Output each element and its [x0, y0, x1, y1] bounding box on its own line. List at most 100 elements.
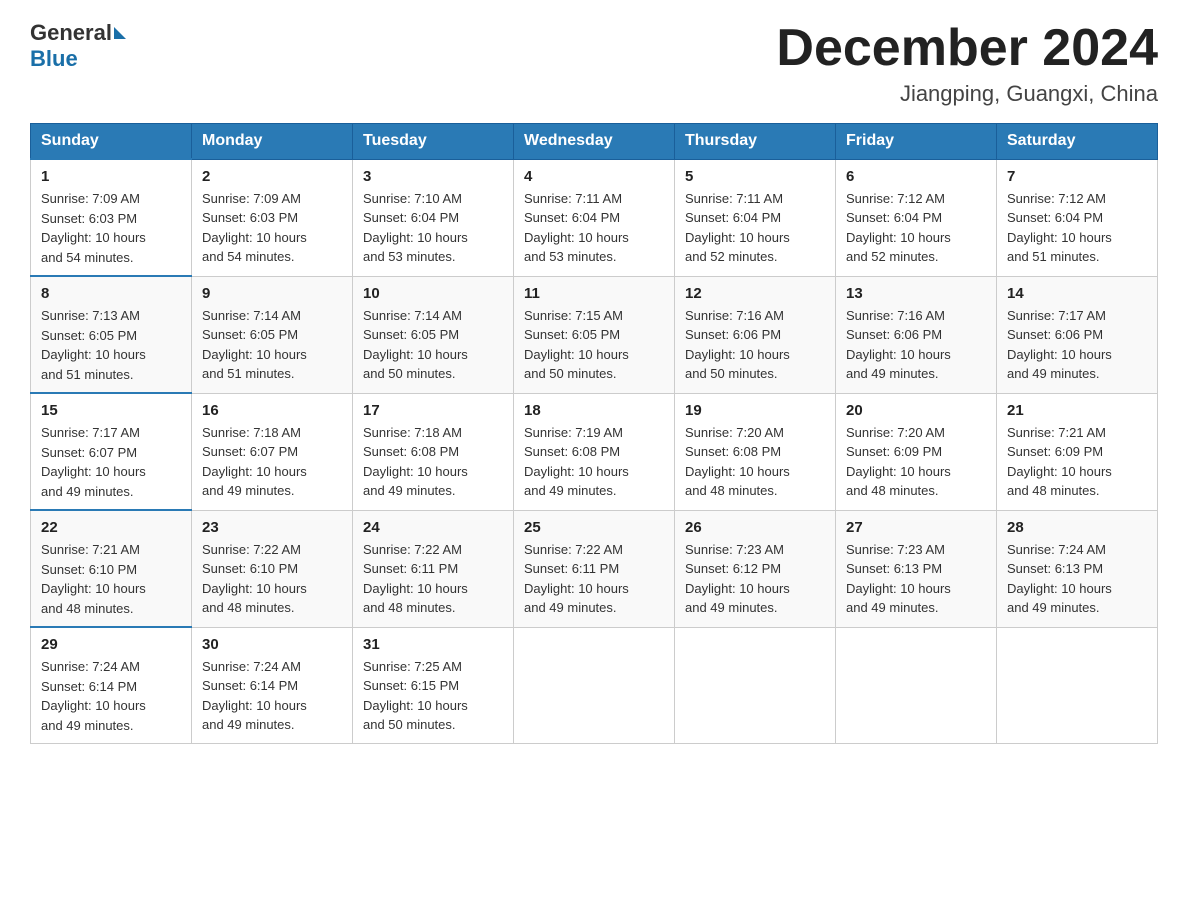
- calendar-cell: 10 Sunrise: 7:14 AM Sunset: 6:05 PM Dayl…: [353, 276, 514, 393]
- calendar-cell: [997, 627, 1158, 744]
- day-info: Sunrise: 7:11 AM Sunset: 6:04 PM Dayligh…: [685, 189, 825, 267]
- calendar-cell: 20 Sunrise: 7:20 AM Sunset: 6:09 PM Dayl…: [836, 393, 997, 510]
- calendar-cell: 7 Sunrise: 7:12 AM Sunset: 6:04 PM Dayli…: [997, 159, 1158, 276]
- calendar-cell: 28 Sunrise: 7:24 AM Sunset: 6:13 PM Dayl…: [997, 510, 1158, 627]
- calendar-cell: 4 Sunrise: 7:11 AM Sunset: 6:04 PM Dayli…: [514, 159, 675, 276]
- header-thursday: Thursday: [675, 124, 836, 160]
- calendar-cell: 22 Sunrise: 7:21 AM Sunset: 6:10 PM Dayl…: [31, 510, 192, 627]
- day-info: Sunrise: 7:18 AM Sunset: 6:07 PM Dayligh…: [202, 423, 342, 501]
- day-number: 4: [524, 168, 664, 185]
- header-wednesday: Wednesday: [514, 124, 675, 160]
- page-header: General Blue December 2024 Jiangping, Gu…: [30, 20, 1158, 107]
- day-info: Sunrise: 7:20 AM Sunset: 6:09 PM Dayligh…: [846, 423, 986, 501]
- day-number: 2: [202, 168, 342, 185]
- logo-triangle-icon: [114, 27, 126, 39]
- day-number: 1: [41, 168, 181, 185]
- logo-blue-text: Blue: [30, 46, 78, 72]
- calendar-cell: [675, 627, 836, 744]
- calendar-header: SundayMondayTuesdayWednesdayThursdayFrid…: [31, 124, 1158, 160]
- day-info: Sunrise: 7:15 AM Sunset: 6:05 PM Dayligh…: [524, 306, 664, 384]
- day-number: 24: [363, 519, 503, 536]
- day-info: Sunrise: 7:12 AM Sunset: 6:04 PM Dayligh…: [846, 189, 986, 267]
- calendar-cell: 27 Sunrise: 7:23 AM Sunset: 6:13 PM Dayl…: [836, 510, 997, 627]
- location-title: Jiangping, Guangxi, China: [776, 81, 1158, 107]
- header-monday: Monday: [192, 124, 353, 160]
- day-info: Sunrise: 7:25 AM Sunset: 6:15 PM Dayligh…: [363, 657, 503, 735]
- day-info: Sunrise: 7:24 AM Sunset: 6:14 PM Dayligh…: [41, 657, 181, 735]
- calendar-cell: 14 Sunrise: 7:17 AM Sunset: 6:06 PM Dayl…: [997, 276, 1158, 393]
- day-info: Sunrise: 7:11 AM Sunset: 6:04 PM Dayligh…: [524, 189, 664, 267]
- calendar-cell: 1 Sunrise: 7:09 AM Sunset: 6:03 PM Dayli…: [31, 159, 192, 276]
- header-sunday: Sunday: [31, 124, 192, 160]
- day-number: 10: [363, 285, 503, 302]
- day-info: Sunrise: 7:16 AM Sunset: 6:06 PM Dayligh…: [846, 306, 986, 384]
- calendar-cell: 15 Sunrise: 7:17 AM Sunset: 6:07 PM Dayl…: [31, 393, 192, 510]
- logo: General Blue: [30, 20, 126, 72]
- day-number: 27: [846, 519, 986, 536]
- calendar-body: 1 Sunrise: 7:09 AM Sunset: 6:03 PM Dayli…: [31, 159, 1158, 744]
- header-tuesday: Tuesday: [353, 124, 514, 160]
- calendar-week-row: 22 Sunrise: 7:21 AM Sunset: 6:10 PM Dayl…: [31, 510, 1158, 627]
- day-number: 17: [363, 402, 503, 419]
- logo-general-text: General: [30, 20, 112, 46]
- day-number: 19: [685, 402, 825, 419]
- day-number: 14: [1007, 285, 1147, 302]
- header-friday: Friday: [836, 124, 997, 160]
- day-info: Sunrise: 7:23 AM Sunset: 6:12 PM Dayligh…: [685, 540, 825, 618]
- day-number: 28: [1007, 519, 1147, 536]
- month-title: December 2024: [776, 20, 1158, 77]
- day-info: Sunrise: 7:09 AM Sunset: 6:03 PM Dayligh…: [41, 189, 181, 267]
- day-number: 5: [685, 168, 825, 185]
- day-number: 21: [1007, 402, 1147, 419]
- calendar-cell: 9 Sunrise: 7:14 AM Sunset: 6:05 PM Dayli…: [192, 276, 353, 393]
- day-info: Sunrise: 7:13 AM Sunset: 6:05 PM Dayligh…: [41, 306, 181, 384]
- calendar-cell: [514, 627, 675, 744]
- day-info: Sunrise: 7:10 AM Sunset: 6:04 PM Dayligh…: [363, 189, 503, 267]
- calendar-cell: 6 Sunrise: 7:12 AM Sunset: 6:04 PM Dayli…: [836, 159, 997, 276]
- day-number: 16: [202, 402, 342, 419]
- day-number: 12: [685, 285, 825, 302]
- calendar-cell: 18 Sunrise: 7:19 AM Sunset: 6:08 PM Dayl…: [514, 393, 675, 510]
- calendar-cell: 13 Sunrise: 7:16 AM Sunset: 6:06 PM Dayl…: [836, 276, 997, 393]
- calendar-table: SundayMondayTuesdayWednesdayThursdayFrid…: [30, 123, 1158, 744]
- day-info: Sunrise: 7:24 AM Sunset: 6:14 PM Dayligh…: [202, 657, 342, 735]
- calendar-cell: 29 Sunrise: 7:24 AM Sunset: 6:14 PM Dayl…: [31, 627, 192, 744]
- calendar-cell: 19 Sunrise: 7:20 AM Sunset: 6:08 PM Dayl…: [675, 393, 836, 510]
- day-number: 23: [202, 519, 342, 536]
- day-info: Sunrise: 7:16 AM Sunset: 6:06 PM Dayligh…: [685, 306, 825, 384]
- calendar-cell: 8 Sunrise: 7:13 AM Sunset: 6:05 PM Dayli…: [31, 276, 192, 393]
- calendar-cell: 11 Sunrise: 7:15 AM Sunset: 6:05 PM Dayl…: [514, 276, 675, 393]
- day-number: 29: [41, 636, 181, 653]
- calendar-week-row: 29 Sunrise: 7:24 AM Sunset: 6:14 PM Dayl…: [31, 627, 1158, 744]
- day-number: 25: [524, 519, 664, 536]
- day-info: Sunrise: 7:23 AM Sunset: 6:13 PM Dayligh…: [846, 540, 986, 618]
- calendar-cell: 12 Sunrise: 7:16 AM Sunset: 6:06 PM Dayl…: [675, 276, 836, 393]
- calendar-cell: [836, 627, 997, 744]
- day-info: Sunrise: 7:20 AM Sunset: 6:08 PM Dayligh…: [685, 423, 825, 501]
- day-number: 18: [524, 402, 664, 419]
- calendar-cell: 2 Sunrise: 7:09 AM Sunset: 6:03 PM Dayli…: [192, 159, 353, 276]
- calendar-cell: 26 Sunrise: 7:23 AM Sunset: 6:12 PM Dayl…: [675, 510, 836, 627]
- calendar-cell: 17 Sunrise: 7:18 AM Sunset: 6:08 PM Dayl…: [353, 393, 514, 510]
- day-info: Sunrise: 7:09 AM Sunset: 6:03 PM Dayligh…: [202, 189, 342, 267]
- day-number: 7: [1007, 168, 1147, 185]
- calendar-cell: 5 Sunrise: 7:11 AM Sunset: 6:04 PM Dayli…: [675, 159, 836, 276]
- day-number: 3: [363, 168, 503, 185]
- day-info: Sunrise: 7:14 AM Sunset: 6:05 PM Dayligh…: [202, 306, 342, 384]
- header-saturday: Saturday: [997, 124, 1158, 160]
- day-info: Sunrise: 7:14 AM Sunset: 6:05 PM Dayligh…: [363, 306, 503, 384]
- day-info: Sunrise: 7:22 AM Sunset: 6:11 PM Dayligh…: [363, 540, 503, 618]
- day-info: Sunrise: 7:17 AM Sunset: 6:07 PM Dayligh…: [41, 423, 181, 501]
- day-info: Sunrise: 7:24 AM Sunset: 6:13 PM Dayligh…: [1007, 540, 1147, 618]
- day-number: 8: [41, 285, 181, 302]
- calendar-cell: 3 Sunrise: 7:10 AM Sunset: 6:04 PM Dayli…: [353, 159, 514, 276]
- day-number: 15: [41, 402, 181, 419]
- header-row: SundayMondayTuesdayWednesdayThursdayFrid…: [31, 124, 1158, 160]
- day-number: 11: [524, 285, 664, 302]
- day-info: Sunrise: 7:19 AM Sunset: 6:08 PM Dayligh…: [524, 423, 664, 501]
- day-info: Sunrise: 7:21 AM Sunset: 6:10 PM Dayligh…: [41, 540, 181, 618]
- day-number: 6: [846, 168, 986, 185]
- calendar-cell: 31 Sunrise: 7:25 AM Sunset: 6:15 PM Dayl…: [353, 627, 514, 744]
- day-info: Sunrise: 7:12 AM Sunset: 6:04 PM Dayligh…: [1007, 189, 1147, 267]
- calendar-week-row: 8 Sunrise: 7:13 AM Sunset: 6:05 PM Dayli…: [31, 276, 1158, 393]
